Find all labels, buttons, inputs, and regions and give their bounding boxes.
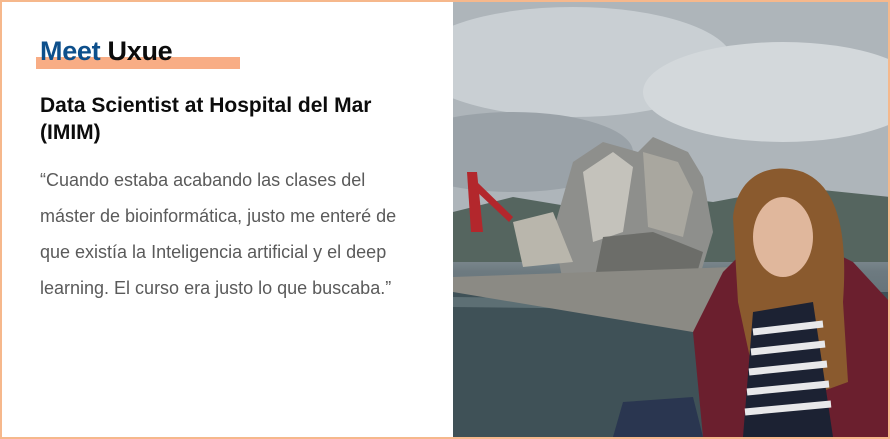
heading-person-name: Uxue <box>107 36 173 66</box>
heading-meet-word: Meet <box>40 36 101 66</box>
testimonial-quote: “Cuando estaba acabando las clases del m… <box>40 170 397 298</box>
heading-text: Meet Uxue <box>40 36 173 67</box>
heading: Meet Uxue <box>36 36 240 72</box>
portrait-photo <box>453 2 888 437</box>
testimonial-text-panel: Meet Uxue Data Scientist at Hospital del… <box>2 2 452 437</box>
portrait-photo-illustration <box>453 2 888 437</box>
job-title: Data Scientist at Hospital del Mar (IMIM… <box>40 94 372 144</box>
testimonial-card: Meet Uxue Data Scientist at Hospital del… <box>0 0 890 439</box>
